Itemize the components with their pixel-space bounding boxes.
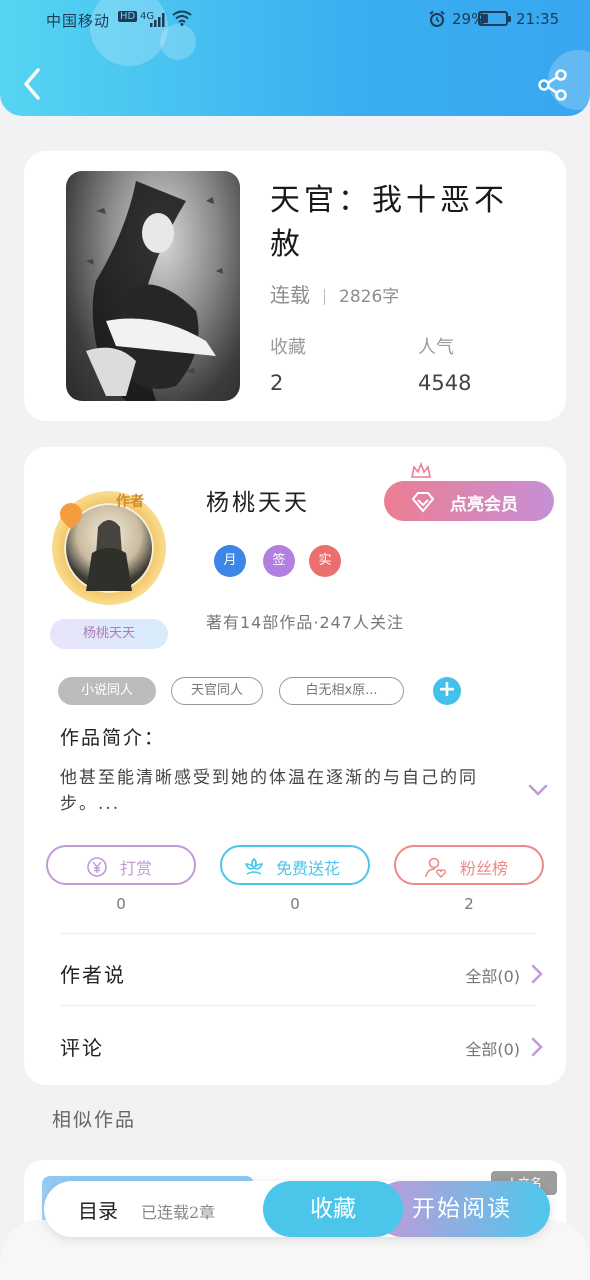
meta-divider: [324, 288, 325, 305]
fan-ranking-button[interactable]: 粉丝榜: [394, 845, 544, 885]
tip-button[interactable]: 打赏: [46, 845, 196, 885]
favorites-value: 2: [270, 371, 284, 395]
word-count: 2826字: [339, 287, 400, 307]
author-stats: 著有14部作品·247人关注: [206, 613, 404, 632]
top-header: 中国移动 HD 4G 29% 21:35: [0, 0, 590, 116]
author-frame-tag: 作者: [116, 494, 144, 510]
clock: 21:35: [516, 10, 560, 28]
book-title: 天官：我十恶不赦: [270, 183, 508, 262]
diamond-icon: [411, 492, 435, 513]
chevron-down-icon[interactable]: [527, 783, 549, 797]
carrier-name: 中国移动: [46, 12, 111, 30]
badge-label: 月: [223, 553, 237, 568]
cover-illustration: [86, 181, 223, 401]
fan-icon: [425, 857, 446, 878]
chevron-left-icon[interactable]: [18, 66, 46, 102]
badge-signed: 签: [263, 545, 295, 577]
book-meta: 连载 2826字: [270, 279, 399, 308]
popularity-value: 4548: [418, 371, 472, 395]
signal-icon: [150, 13, 165, 27]
tag-chip[interactable]: 小说同人: [58, 677, 156, 705]
crown-icon: [411, 461, 431, 478]
divider: [60, 1005, 536, 1006]
favorite-label: 收藏: [310, 1196, 356, 1222]
serial-status: 连载: [270, 283, 310, 307]
bottom-action-bar: 目录 已连载2章 开始阅读 收藏: [44, 1181, 550, 1237]
intro-text: 他甚至能清晰感受到她的体温在逐渐的与自己的同步。...: [60, 768, 478, 814]
tip-label: 打赏: [120, 859, 153, 878]
comments-label[interactable]: 评论: [60, 1032, 104, 1061]
comments-all[interactable]: 全部(0): [465, 1036, 520, 1060]
hd-indicator: HD: [118, 11, 138, 22]
badge-label: 签: [272, 553, 286, 568]
vip-button-label: 点亮会员: [450, 495, 518, 515]
yen-icon: [87, 857, 107, 877]
send-flower-button[interactable]: 免费送花: [220, 845, 370, 885]
start-reading-label: 开始阅读: [412, 1196, 512, 1222]
divider: [60, 933, 536, 934]
book-info-card: 天官：我十恶不赦 连载 2826字 收藏 2 人气 4548: [24, 151, 566, 421]
favorite-button[interactable]: 收藏: [263, 1181, 403, 1237]
wifi-icon: [172, 10, 192, 26]
author-says-label[interactable]: 作者说: [60, 959, 126, 988]
flower-count: 0: [290, 895, 300, 913]
favorites-label: 收藏: [270, 337, 306, 358]
send-flower-label: 免费送花: [276, 859, 341, 878]
popularity-label: 人气: [418, 337, 454, 358]
badge-monthly: 月: [214, 545, 246, 577]
tag-chip[interactable]: 白无相x原...: [279, 677, 404, 705]
tip-count: 0: [116, 895, 126, 913]
badge-label: 实: [318, 553, 332, 568]
book-cover[interactable]: [66, 171, 240, 401]
author-name-banner: 杨桃天天: [50, 619, 168, 649]
chevron-right-icon[interactable]: [530, 1036, 544, 1058]
chevron-right-icon[interactable]: [530, 963, 544, 985]
author-says-all[interactable]: 全部(0): [465, 963, 520, 987]
author-detail-card: 作者 杨桃天天 杨桃天天 点亮会员 月 签 实 著有14部作品·247人关注 小…: [24, 447, 566, 1085]
add-tag-button[interactable]: +: [433, 677, 461, 705]
author-name[interactable]: 杨桃天天: [206, 483, 310, 517]
toc-button[interactable]: 目录: [78, 1195, 118, 1224]
badge-verified: 实: [309, 545, 341, 577]
alarm-icon: [429, 10, 445, 27]
battery-fill: [481, 14, 488, 23]
fan-count: 2: [464, 895, 474, 913]
similar-works-heading: 相似作品: [52, 1109, 137, 1131]
fan-ranking-label: 粉丝榜: [460, 859, 509, 878]
status-bar: 中国移动 HD 4G 29% 21:35: [0, 8, 590, 32]
flower-icon: [244, 857, 264, 875]
chapter-count: 已连载2章: [141, 1203, 216, 1222]
tag-chip[interactable]: 天官同人: [171, 677, 263, 705]
share-icon[interactable]: [536, 68, 570, 102]
intro-heading: 作品简介：: [60, 727, 166, 749]
battery-icon: [478, 11, 511, 26]
vip-button[interactable]: 点亮会员: [384, 481, 554, 521]
